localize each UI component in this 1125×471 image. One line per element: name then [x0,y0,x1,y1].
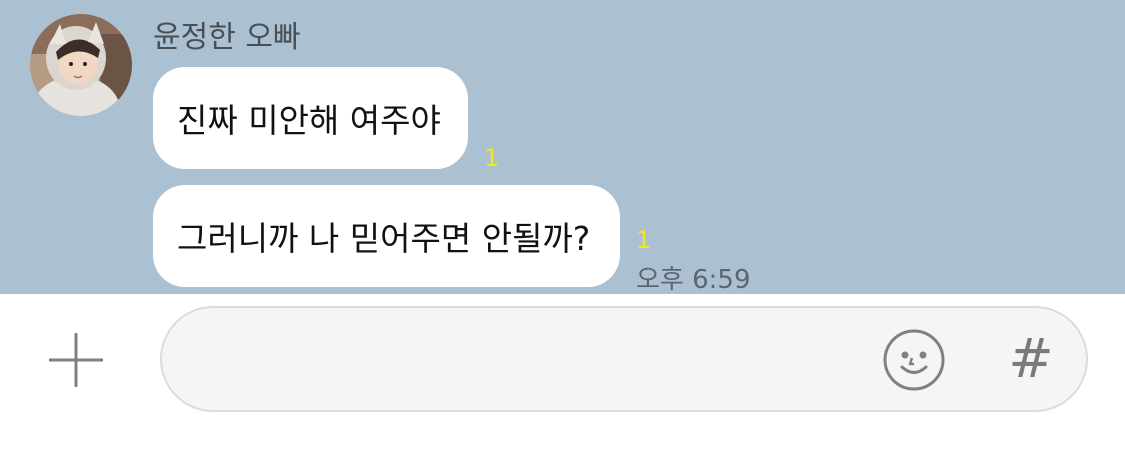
profile-photo-icon [30,14,132,116]
unread-count: 1 [636,226,652,254]
chat-area: 윤정한 오빠 진짜 미안해 여주야 1 그러니까 나 믿어주면 안될까? 1 오… [0,0,1125,295]
plus-icon [49,333,103,387]
unread-count: 1 [484,144,500,172]
hashtag-button[interactable]: # [1001,324,1061,394]
message-bubble[interactable]: 진짜 미안해 여주야 [153,67,468,169]
message-input-container [160,306,1088,412]
sender-avatar[interactable] [30,14,132,116]
message-input[interactable] [192,328,876,392]
message-time: 오후 6:59 [636,265,751,295]
emoji-button[interactable] [882,328,946,392]
message-bubble[interactable]: 그러니까 나 믿어주면 안될까? [153,185,620,287]
emoji-icon [883,329,945,391]
sender-name: 윤정한 오빠 [153,20,301,55]
message-text: 그러니까 나 믿어주면 안될까? [177,219,591,258]
add-button[interactable] [46,330,106,390]
message-text: 진짜 미안해 여주야 [177,101,441,140]
